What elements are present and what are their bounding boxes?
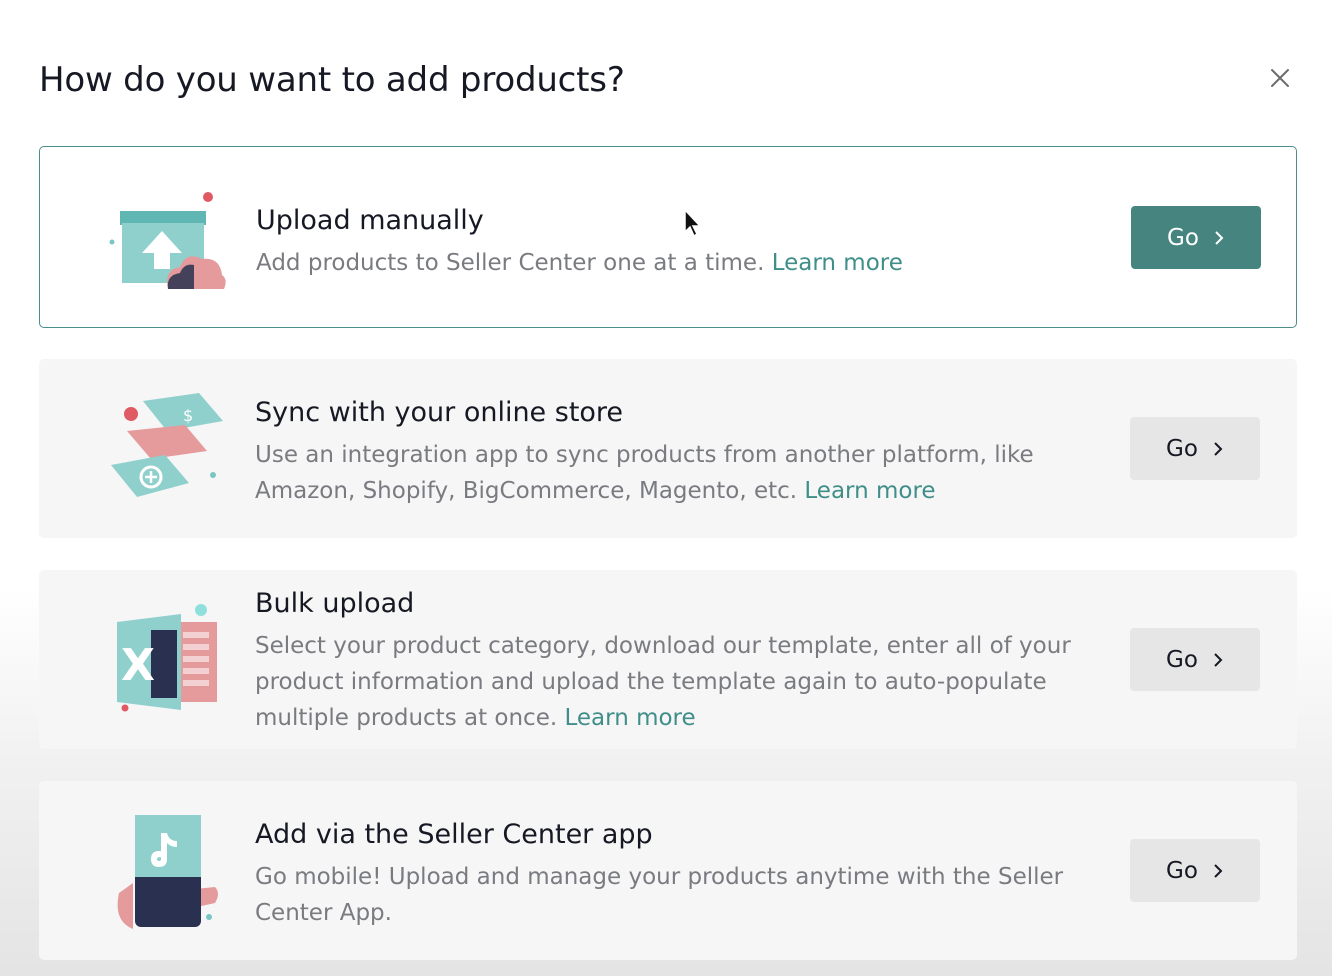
mouse-cursor-icon bbox=[684, 208, 702, 238]
chevron-right-icon bbox=[1214, 441, 1223, 456]
go-button-seller-app[interactable]: Go bbox=[1130, 839, 1260, 902]
option-title: Upload manually bbox=[256, 205, 484, 236]
chevron-right-icon bbox=[1214, 863, 1223, 878]
option-description-wrap: Select your product category, download o… bbox=[255, 628, 1085, 736]
upload-box-icon bbox=[109, 192, 226, 289]
go-button-label: Go bbox=[1166, 646, 1198, 673]
option-title: Bulk upload bbox=[255, 588, 415, 619]
option-description: Add products to Seller Center one at a t… bbox=[256, 250, 765, 276]
go-button-upload-manually[interactable]: Go bbox=[1131, 206, 1261, 269]
go-button-label: Go bbox=[1166, 857, 1198, 884]
option-description-wrap: Add products to Seller Center one at a t… bbox=[256, 245, 1086, 281]
option-card-seller-app[interactable]: Add via the Seller Center app Go mobile!… bbox=[39, 781, 1297, 960]
option-card-bulk-upload[interactable]: X Bulk upload Select your product catego… bbox=[39, 570, 1297, 749]
go-button-bulk-upload[interactable]: Go bbox=[1130, 628, 1260, 691]
chevron-right-icon bbox=[1215, 230, 1224, 245]
mobile-app-icon bbox=[117, 815, 218, 929]
spreadsheet-icon: X bbox=[117, 604, 217, 712]
option-title: Add via the Seller Center app bbox=[255, 819, 653, 850]
svg-text:$: $ bbox=[183, 406, 193, 425]
learn-more-link[interactable]: Learn more bbox=[564, 705, 695, 731]
option-description-wrap: Use an integration app to sync products … bbox=[255, 437, 1085, 509]
go-button-label: Go bbox=[1166, 435, 1198, 462]
svg-text:X: X bbox=[121, 640, 155, 691]
option-card-sync-store[interactable]: $ Sync with your online store Use an int… bbox=[39, 359, 1297, 538]
go-button-label: Go bbox=[1167, 224, 1199, 251]
chevron-right-icon bbox=[1214, 652, 1223, 667]
go-button-sync-store[interactable]: Go bbox=[1130, 417, 1260, 480]
dialog-title: How do you want to add products? bbox=[39, 60, 625, 100]
option-card-upload-manually[interactable]: Upload manually Add products to Seller C… bbox=[39, 146, 1297, 328]
learn-more-link[interactable]: Learn more bbox=[772, 250, 903, 276]
close-icon bbox=[1271, 69, 1289, 87]
learn-more-link[interactable]: Learn more bbox=[804, 478, 935, 504]
close-button[interactable] bbox=[1262, 60, 1298, 96]
option-title: Sync with your online store bbox=[255, 397, 624, 428]
option-description: Go mobile! Upload and manage your produc… bbox=[255, 864, 1064, 926]
sync-store-icon: $ bbox=[111, 393, 223, 497]
